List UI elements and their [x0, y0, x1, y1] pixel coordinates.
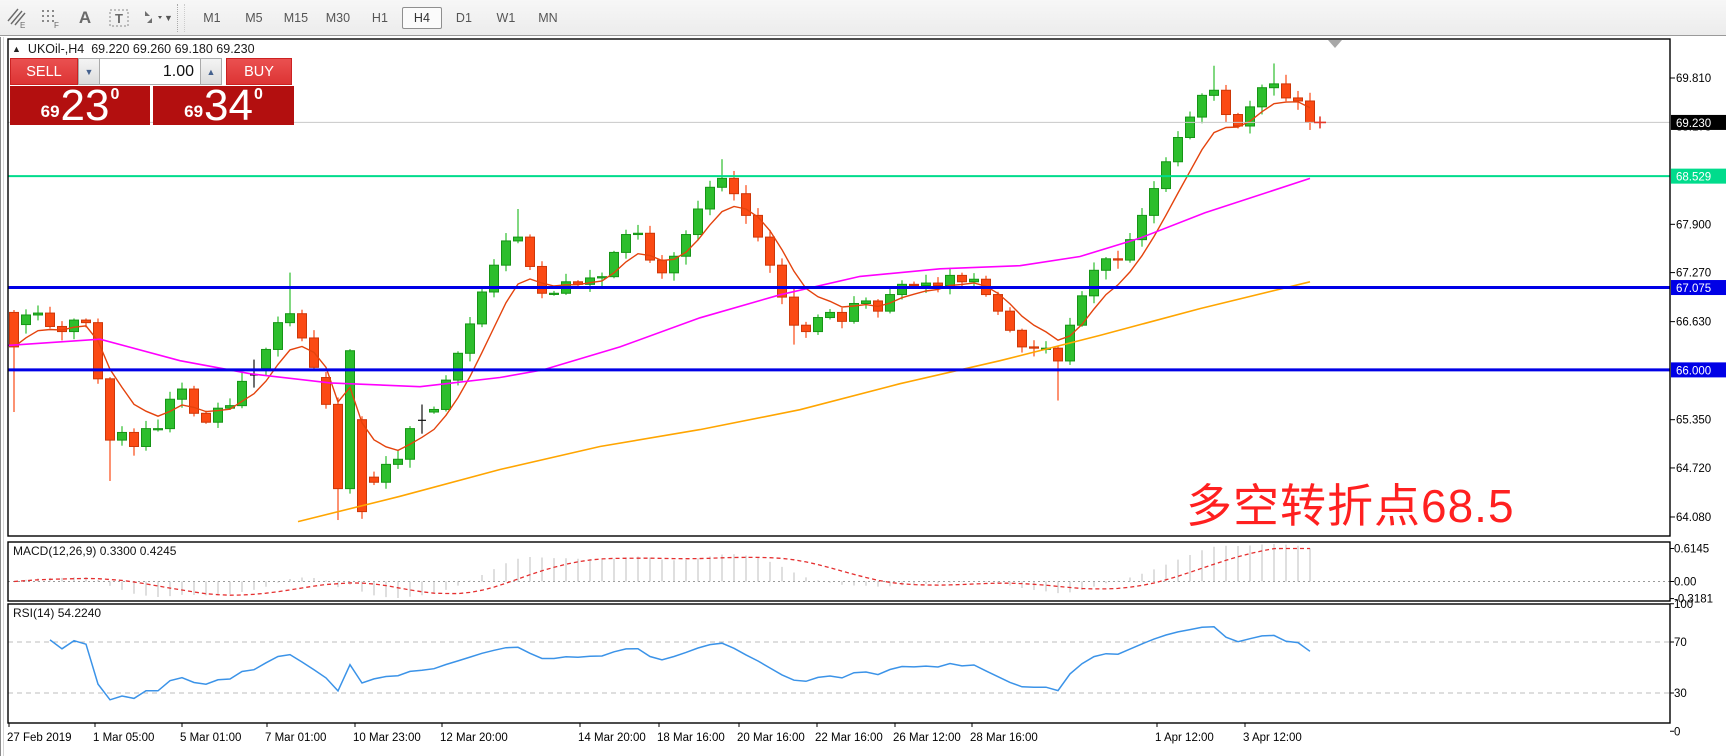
price-axis-label: 64.720 — [1676, 463, 1711, 475]
price-axis-label: 66.630 — [1676, 317, 1711, 329]
svg-text:E: E — [20, 21, 25, 29]
rsi-line — [50, 627, 1310, 700]
macd-label: MACD(12,26,9) 0.3300 0.4245 — [13, 544, 176, 558]
rsi-axis-label: 30 — [1674, 688, 1687, 700]
time-axis-label[interactable]: 7 Mar 01:00 — [265, 732, 326, 744]
indicators-hatch-icon[interactable]: E — [2, 5, 32, 31]
time-axis-label[interactable]: 26 Mar 12:00 — [893, 732, 961, 744]
symbol-header: ▲ UKOil-,H4 69.220 69.260 69.180 69.230 — [12, 42, 255, 56]
volume-input[interactable] — [100, 59, 200, 84]
svg-text:F: F — [54, 21, 59, 29]
price-axis-label: 65.350 — [1676, 415, 1711, 427]
ask-prefix: 69 — [184, 103, 203, 120]
bid-prefix: 69 — [41, 103, 60, 120]
label-a-icon[interactable]: A — [70, 5, 100, 31]
svg-text:68.529: 68.529 — [1676, 172, 1711, 184]
time-axis-label[interactable]: 3 Apr 12:00 — [1243, 732, 1302, 744]
svg-text:69.230: 69.230 — [1676, 118, 1711, 130]
bid-price-tile[interactable]: 69 23 0 — [10, 86, 150, 125]
rsi-value: 54.2240 — [58, 606, 101, 620]
ohlc-quotes: 69.220 69.260 69.180 69.230 — [91, 42, 254, 56]
svg-text:T: T — [115, 11, 123, 26]
rsi-axis-label: 0 — [1674, 726, 1680, 738]
price-axis-label: 67.900 — [1676, 219, 1711, 231]
snap-grid-icon[interactable]: F — [36, 5, 66, 31]
macd-axis-label: 0.00 — [1674, 577, 1696, 589]
rsi-axis-label: 100 — [1674, 599, 1693, 611]
macd-values: 0.3300 0.4245 — [100, 544, 177, 558]
one-click-trade-panel: SELL ▼ ▲ BUY 69 23 0 69 34 0 — [10, 58, 294, 125]
svg-text:66.000: 66.000 — [1676, 365, 1711, 377]
time-axis-label[interactable]: 14 Mar 20:00 — [578, 732, 646, 744]
dropdown-caret-icon[interactable]: ▼ — [164, 13, 173, 23]
panel-borders — [1, 37, 1671, 756]
indicator-axes: 0.61450.00-0.318110070300 — [1670, 544, 1713, 739]
price-axis-label: 67.270 — [1676, 268, 1711, 280]
ask-price-tile[interactable]: 69 34 0 — [153, 86, 294, 125]
bid-superscript: 0 — [110, 87, 119, 103]
time-axis-label[interactable]: 5 Mar 01:00 — [180, 732, 241, 744]
tf-button-mn[interactable]: MN — [528, 7, 568, 29]
tf-button-m15[interactable]: M15 — [276, 7, 316, 29]
tf-button-h1[interactable]: H1 — [360, 7, 400, 29]
ask-superscript: 0 — [254, 87, 263, 103]
symbol-title: UKOil-,H4 — [28, 42, 84, 56]
last-bar-marker-icon — [1328, 40, 1342, 48]
tf-button-m1[interactable]: M1 — [192, 7, 232, 29]
trading-app: { "toolbar": { "icons": ["indicators-hat… — [0, 0, 1726, 756]
time-axis-label[interactable]: 1 Mar 05:00 — [93, 732, 154, 744]
tf-button-m30[interactable]: M30 — [318, 7, 358, 29]
chart-window: 69.17069.81067.90067.27066.63065.35064.7… — [0, 37, 1726, 756]
toolbar-separator — [177, 4, 185, 32]
candles-layer — [10, 63, 1315, 520]
rsi-label: RSI(14) 54.2240 — [13, 606, 101, 620]
chart-annotation-text: 多空转折点68.5 — [1186, 470, 1515, 536]
time-axis-label[interactable]: 20 Mar 16:00 — [737, 732, 805, 744]
volume-field-wrap — [100, 58, 200, 85]
time-axis-label[interactable]: 10 Mar 23:00 — [353, 732, 421, 744]
time-axis-label[interactable]: 28 Mar 16:00 — [970, 732, 1038, 744]
time-axis-label[interactable]: 22 Mar 16:00 — [815, 732, 883, 744]
time-axis-label[interactable]: 1 Apr 12:00 — [1155, 732, 1214, 744]
rsi-axis-label: 70 — [1674, 637, 1687, 649]
tf-button-d1[interactable]: D1 — [444, 7, 484, 29]
tf-button-w1[interactable]: W1 — [486, 7, 526, 29]
time-axis: 27 Feb 2019 1 Mar 05:00 5 Mar 01:00 7 Mar 0… — [7, 723, 1302, 744]
ask-big-digits: 34 — [204, 88, 253, 124]
timeframe-group: M1M5M15M30H1H4D1W1MN — [191, 7, 569, 29]
text-box-icon[interactable]: T — [104, 5, 134, 31]
price-axis-label: 69.810 — [1676, 73, 1711, 85]
toolbar: E F A T ▼ M1M5M15M30H1H4D1W1MN — [0, 0, 1726, 36]
macd-panel — [8, 544, 1670, 598]
tf-button-h4[interactable]: H4 — [402, 7, 442, 29]
time-axis-label[interactable]: 12 Mar 20:00 — [440, 732, 508, 744]
macd-axis-label: 0.6145 — [1674, 544, 1709, 556]
collapse-trade-panel-icon[interactable]: ▲ — [12, 44, 21, 54]
tf-button-m5[interactable]: M5 — [234, 7, 274, 29]
price-axis-label: 64.080 — [1676, 512, 1711, 524]
time-axis-label[interactable]: 18 Mar 16:00 — [657, 732, 725, 744]
hline-layer — [8, 176, 1670, 370]
svg-text:67.075: 67.075 — [1676, 283, 1711, 295]
bid-big-digits: 23 — [61, 88, 110, 124]
ma-medium-line — [8, 178, 1310, 386]
price-axis: 69.17069.81067.90067.27066.63065.35064.7… — [1670, 73, 1726, 524]
price-chart[interactable]: 69.17069.81067.90067.27066.63065.35064.7… — [0, 37, 1726, 756]
time-axis-label[interactable]: 27 Feb 2019 — [7, 732, 72, 744]
